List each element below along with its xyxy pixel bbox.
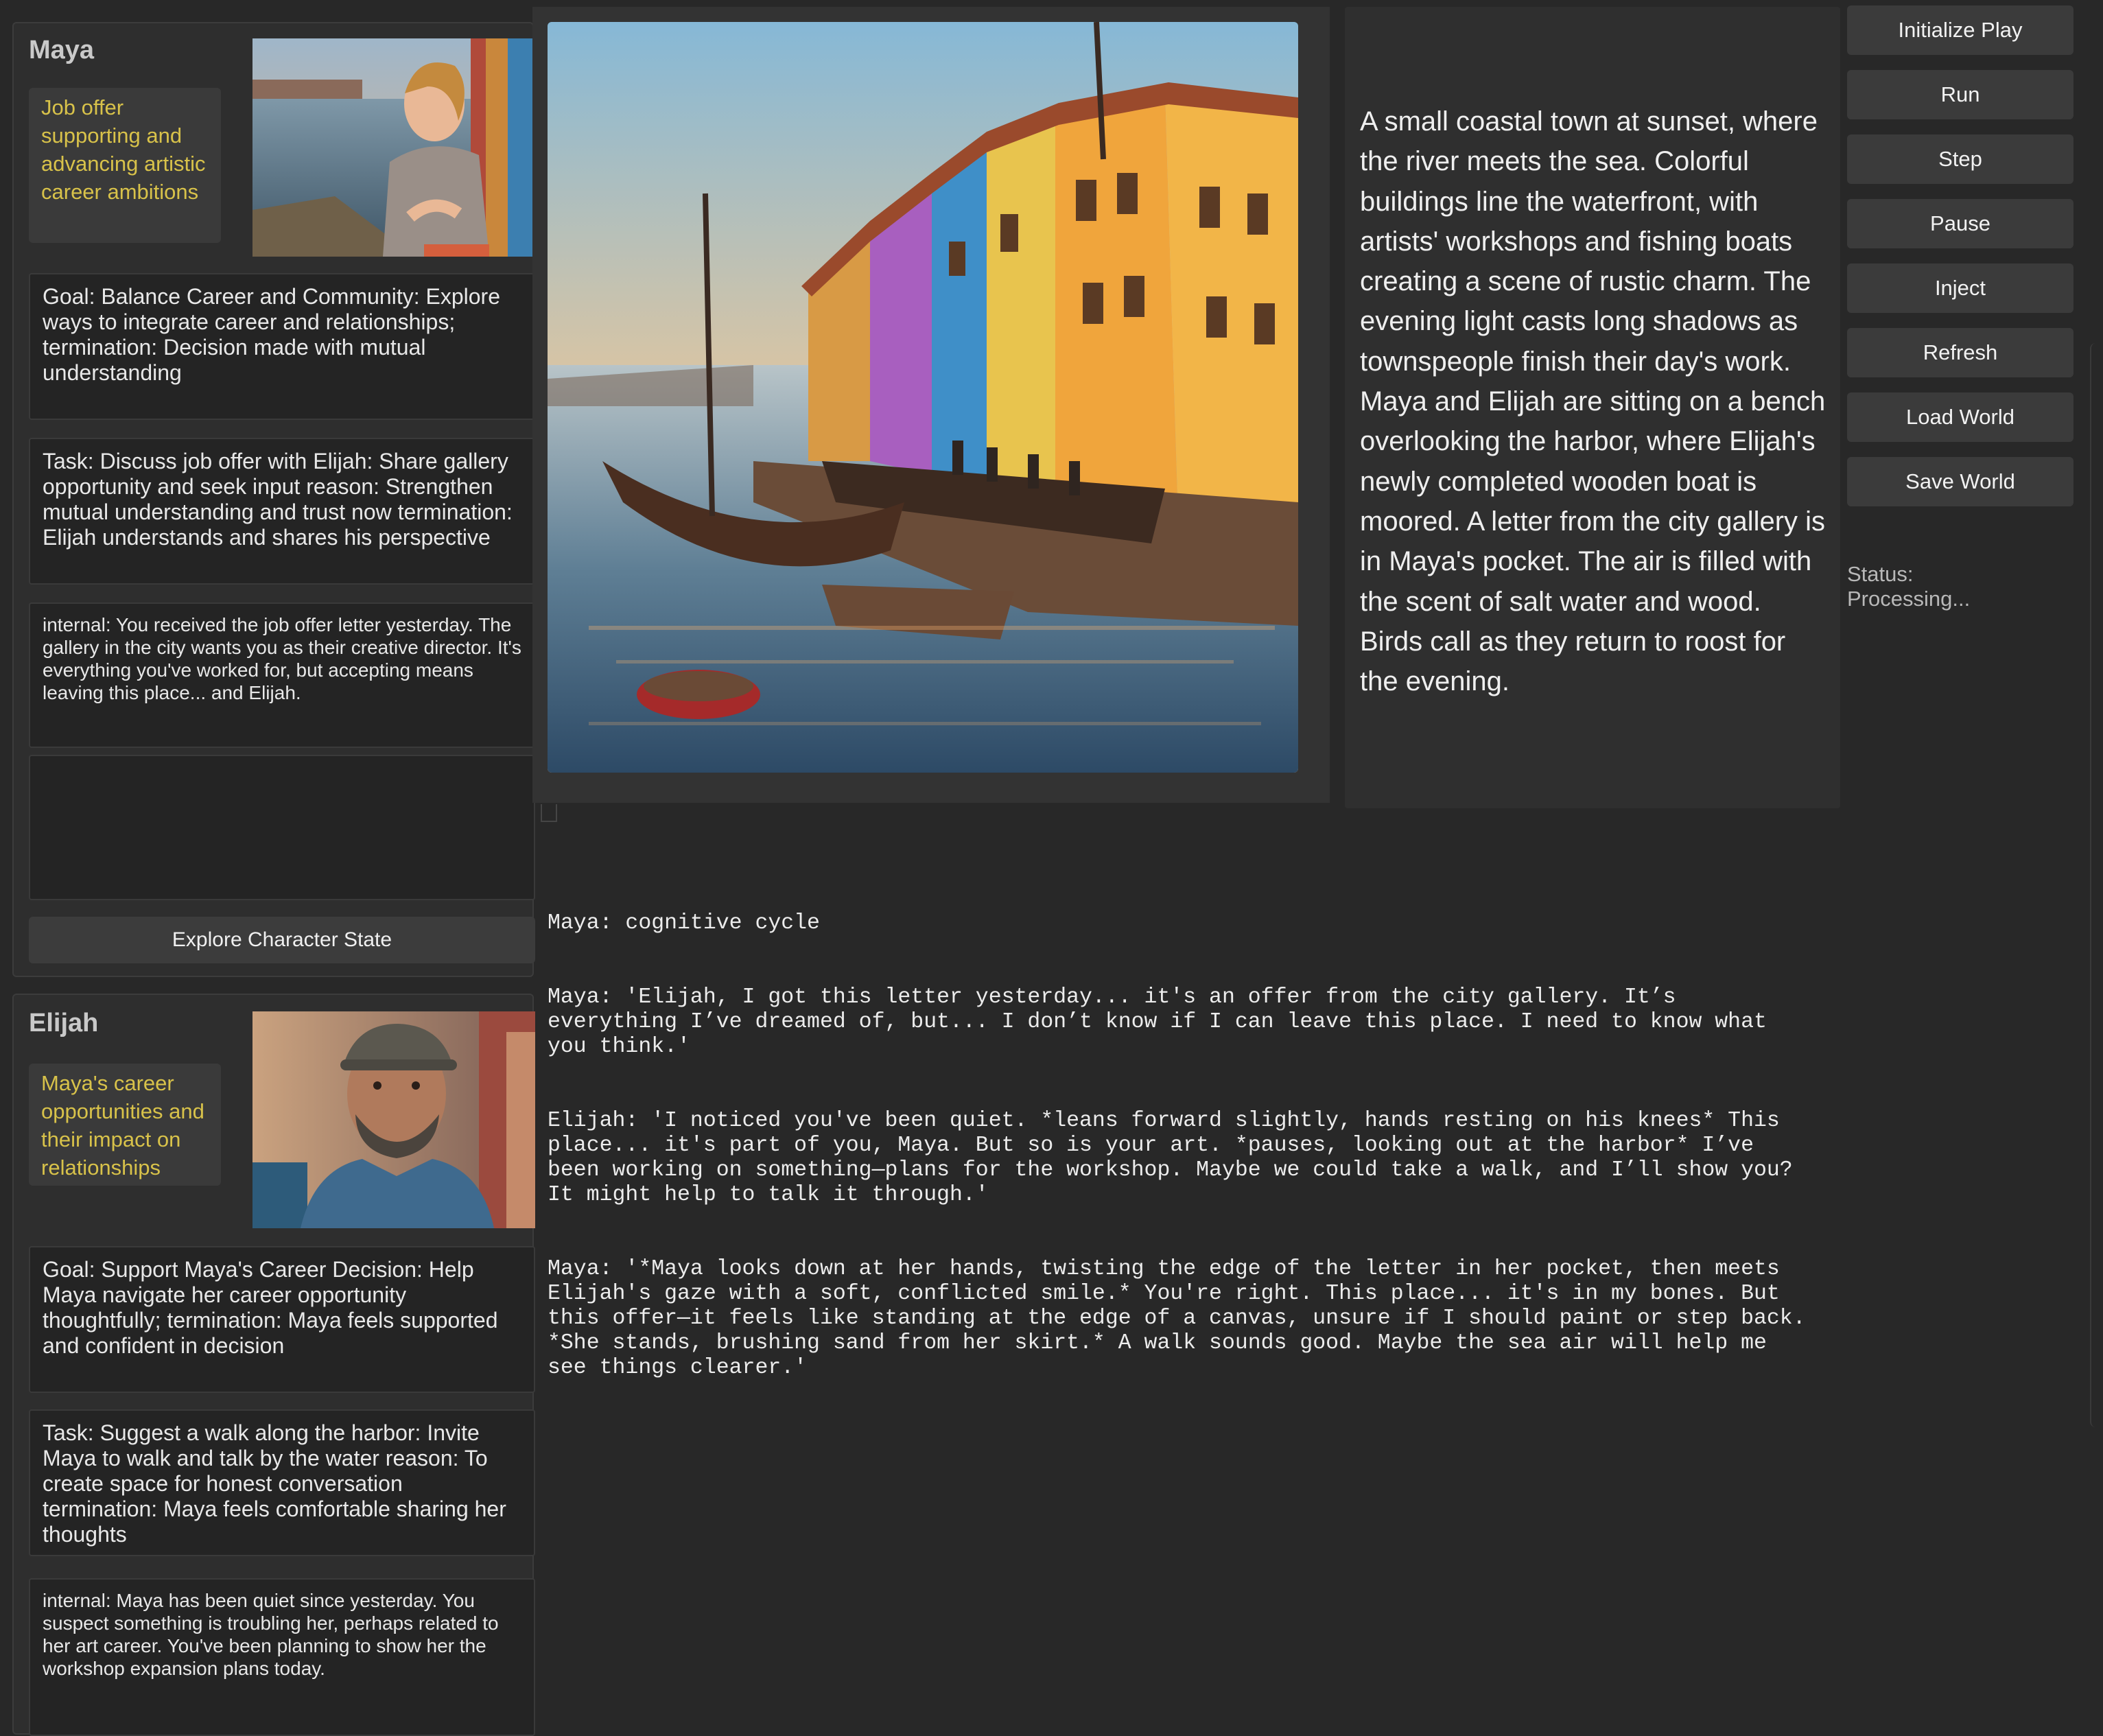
task-card: Task: Suggest a walk along the harbor: I… xyxy=(29,1409,535,1556)
character-panel-elijah: Elijah Maya's career opportunities and t… xyxy=(12,994,535,1736)
character-name: Elijah xyxy=(29,1009,99,1037)
character-name: Maya xyxy=(29,36,95,64)
scrollbar[interactable] xyxy=(2090,343,2103,1427)
scene-description: A small coastal town at sunset, where th… xyxy=(1345,7,1840,808)
log-line: Maya: '*Maya looks down at her hands, tw… xyxy=(548,1257,1819,1380)
load-world-button[interactable]: Load World xyxy=(1847,392,2073,442)
character-portrait-maya xyxy=(252,38,535,257)
character-panel-maya: Maya Job offer supporting and advancing … xyxy=(12,22,535,977)
refresh-button[interactable]: Refresh xyxy=(1847,328,2073,377)
save-world-button[interactable]: Save World xyxy=(1847,457,2073,506)
internal-state-card: internal: Maya has been quiet since yest… xyxy=(29,1578,535,1736)
conversation-log: Maya: cognitive cycle Maya: 'Elijah, I g… xyxy=(548,862,1810,1405)
goal-card: Goal: Balance Career and Community: Expl… xyxy=(29,273,535,420)
character-concern: Maya's career opportunities and their im… xyxy=(29,1064,221,1186)
extra-state-card xyxy=(29,755,535,900)
status-value: Processing... xyxy=(1847,587,1971,611)
scene-image xyxy=(548,22,1298,773)
log-line: Maya: cognitive cycle xyxy=(548,911,820,935)
scene-image-panel xyxy=(532,7,1330,803)
inject-button[interactable]: Inject xyxy=(1847,263,2073,313)
character-concern: Job offer supporting and advancing artis… xyxy=(29,88,221,243)
character-portrait-elijah xyxy=(252,1011,535,1228)
internal-state-card: internal: You received the job offer let… xyxy=(29,602,535,748)
status-label: Status: xyxy=(1847,562,1914,586)
resize-handle[interactable] xyxy=(541,804,557,822)
log-line: Elijah: 'I noticed you've been quiet. *l… xyxy=(548,1109,1806,1207)
task-card: Task: Discuss job offer with Elijah: Sha… xyxy=(29,438,535,585)
run-button[interactable]: Run xyxy=(1847,70,2073,119)
pause-button[interactable]: Pause xyxy=(1847,199,2073,248)
step-button[interactable]: Step xyxy=(1847,134,2073,184)
explore-character-state-button[interactable]: Explore Character State xyxy=(29,917,535,963)
log-line: Maya: 'Elijah, I got this letter yesterd… xyxy=(548,985,1780,1059)
goal-card: Goal: Support Maya's Career Decision: He… xyxy=(29,1246,535,1393)
initialize-play-button[interactable]: Initialize Play xyxy=(1847,5,2073,55)
